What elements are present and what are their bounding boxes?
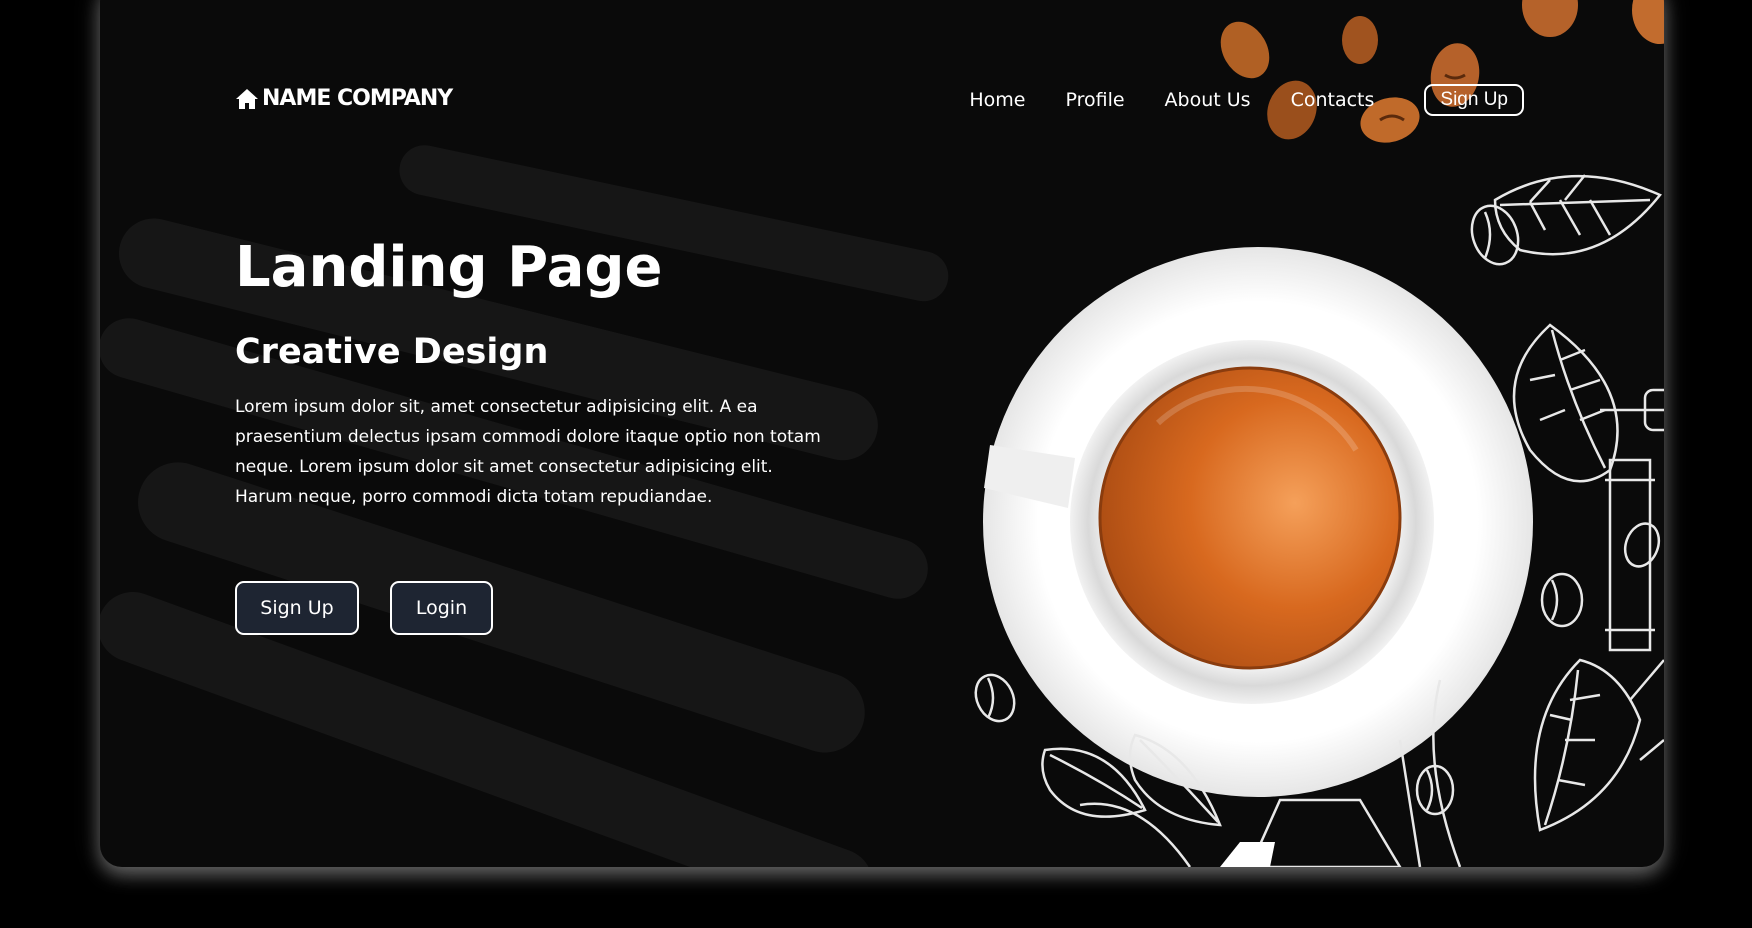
signup-button[interactable]: Sign Up (235, 581, 359, 635)
brand-logo[interactable]: NAME COMPANY (235, 86, 453, 111)
navbar: NAME COMPANY Home Profile About Us Conta… (100, 0, 1664, 120)
page: NAME COMPANY Home Profile About Us Conta… (0, 0, 1752, 928)
hero-title: Landing Page (235, 235, 663, 300)
hero-card: NAME COMPANY Home Profile About Us Conta… (100, 0, 1664, 867)
nav-link-about-us[interactable]: About Us (1165, 89, 1251, 111)
home-icon (236, 88, 258, 109)
coffee-surface (1100, 368, 1400, 668)
hero-description: Lorem ipsum dolor sit, amet consectetur … (235, 397, 821, 507)
login-button[interactable]: Login (390, 581, 493, 635)
brand-name: NAME COMPANY (262, 86, 453, 111)
nav-links: Home Profile About Us Contacts Sign Up (929, 84, 1524, 116)
nav-link-profile[interactable]: Profile (1065, 89, 1124, 111)
nav-link-home[interactable]: Home (969, 89, 1025, 111)
nav-signup-button[interactable]: Sign Up (1424, 84, 1524, 116)
hero-subtitle: Creative Design (235, 332, 549, 372)
nav-link-contacts[interactable]: Contacts (1291, 89, 1375, 111)
